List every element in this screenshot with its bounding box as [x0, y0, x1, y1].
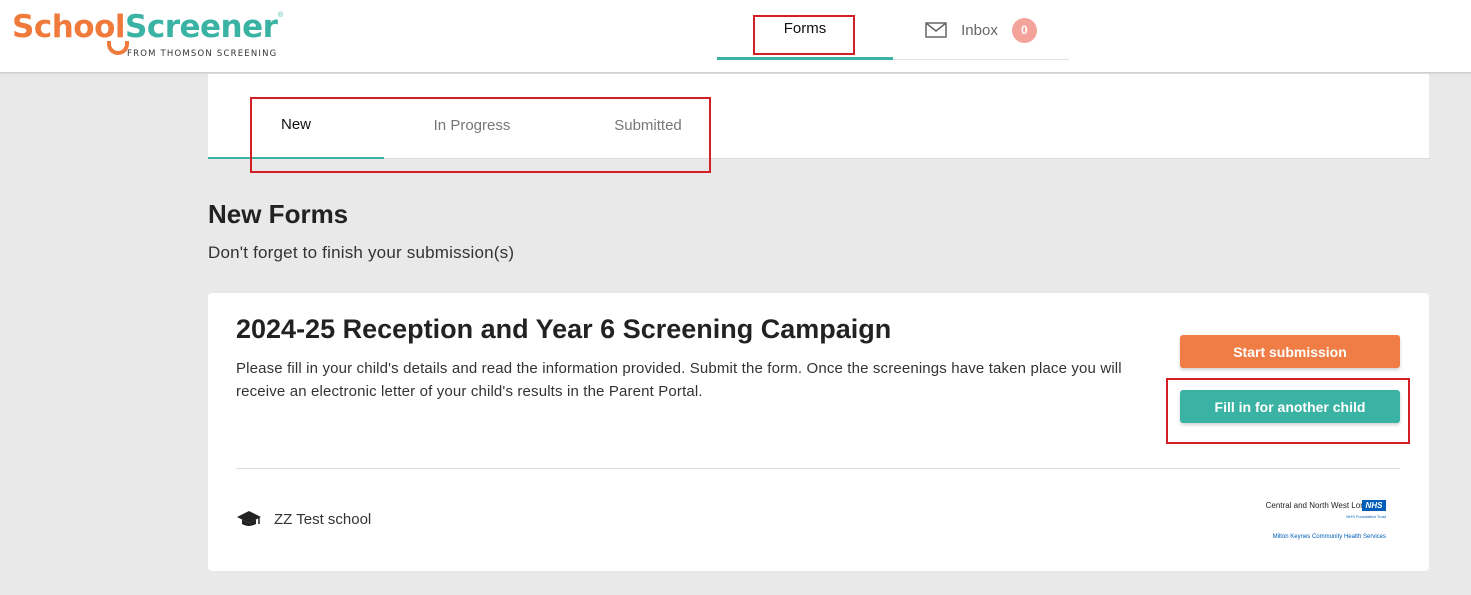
logo-smile-icon: [107, 41, 129, 55]
graduation-cap-icon: [237, 511, 261, 526]
nhs-provider-logo: Central and North West London NHS NHS Fo…: [1228, 498, 1400, 548]
card-divider: [236, 468, 1400, 469]
forms-highlight-box: [753, 15, 855, 55]
nav-inbox-label: Inbox: [961, 21, 998, 39]
main-nav: Forms Inbox 0: [717, 0, 1069, 60]
start-submission-button[interactable]: Start submission: [1180, 335, 1400, 368]
inbox-count-badge: 0: [1011, 17, 1037, 43]
campaign-title: 2024-25 Reception and Year 6 Screening C…: [236, 314, 892, 344]
provider-service-name: Milton Keynes Community Health Services: [1272, 534, 1386, 540]
provider-trust-label: NHS Foundation Trust: [1346, 514, 1386, 519]
campaign-card: 2024-25 Reception and Year 6 Screening C…: [208, 293, 1429, 571]
logo-school-text: School: [12, 9, 126, 45]
nav-inbox-tab[interactable]: Inbox 0: [893, 0, 1069, 60]
school-name: ZZ Test school: [274, 510, 372, 528]
logo-wordmark: SchoolScreener: [12, 8, 292, 46]
campaign-description: Please fill in your child's details and …: [236, 360, 1122, 400]
logo-registered-mark: ®: [278, 12, 284, 19]
schoolscreener-logo[interactable]: SchoolScreener ® FROM THOMSON SCREENING: [12, 8, 292, 62]
fill-button-highlight-box: [1166, 378, 1410, 444]
form-status-tabs: New In Progress Submitted: [208, 74, 1429, 173]
logo-screener-text: Screener: [125, 9, 278, 45]
mail-icon: [925, 22, 947, 38]
page-title: New Forms: [208, 199, 349, 229]
page-subtitle: Don't forget to finish your submission(s…: [208, 243, 515, 262]
tabs-highlight-box: [250, 97, 711, 173]
school-info: ZZ Test school: [236, 509, 371, 529]
logo-tagline: FROM THOMSON SCREENING: [127, 49, 278, 59]
nhs-badge: NHS: [1362, 500, 1386, 511]
top-header: SchoolScreener ® FROM THOMSON SCREENING …: [0, 0, 1471, 73]
